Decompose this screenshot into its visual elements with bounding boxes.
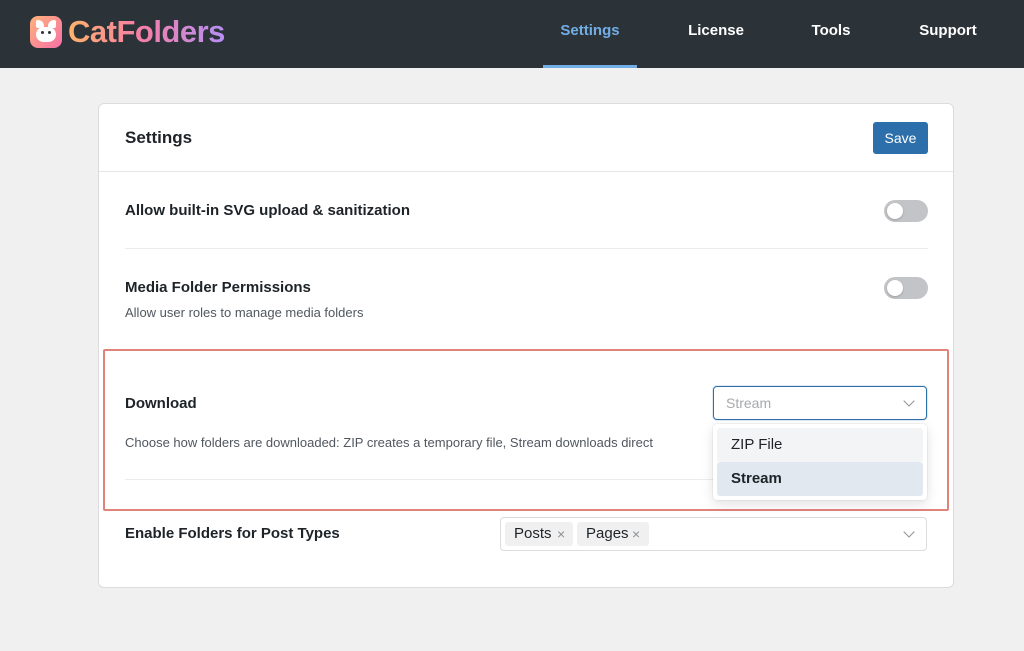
- nav-tools[interactable]: Tools: [800, 0, 862, 68]
- tag-label: Posts: [514, 525, 552, 542]
- svg-upload-toggle[interactable]: [884, 200, 928, 222]
- remove-tag-icon[interactable]: ×: [557, 522, 565, 546]
- option-stream[interactable]: Stream: [717, 462, 923, 496]
- download-select[interactable]: Stream: [713, 386, 927, 420]
- download-dropdown-menu: ZIP File Stream: [713, 424, 927, 500]
- media-permissions-toggle[interactable]: [884, 277, 928, 299]
- card-header: Settings Save: [99, 104, 953, 172]
- toggle-knob: [887, 203, 903, 219]
- chevron-down-icon: [903, 395, 915, 407]
- media-permissions-description: Allow user roles to manage media folders: [125, 305, 364, 320]
- top-bar: CatFolders Settings License Tools Suppor…: [0, 0, 1024, 68]
- remove-tag-icon[interactable]: ×: [632, 522, 640, 546]
- nav-license[interactable]: License: [676, 0, 756, 68]
- svg-upload-label: Allow built-in SVG upload & sanitization: [125, 202, 410, 219]
- card-title: Settings: [125, 128, 193, 147]
- media-permissions-label: Media Folder Permissions: [125, 279, 311, 296]
- cat-face-icon: [30, 16, 62, 48]
- toggle-knob: [887, 280, 903, 296]
- settings-card: Settings Save Allow built-in SVG upload …: [98, 103, 954, 588]
- tag-label: Pages: [586, 525, 629, 542]
- save-button[interactable]: Save: [873, 122, 928, 154]
- chevron-down-icon: [903, 526, 915, 538]
- divider: [125, 248, 928, 249]
- app-name: CatFolders: [68, 14, 225, 49]
- tag-posts: Posts ×: [505, 522, 573, 546]
- option-zip-file[interactable]: ZIP File: [717, 428, 923, 462]
- post-types-label: Enable Folders for Post Types: [125, 525, 340, 542]
- post-types-multiselect[interactable]: Posts × Pages ×: [500, 517, 927, 551]
- nav-settings[interactable]: Settings: [543, 0, 637, 68]
- nav-support[interactable]: Support: [906, 0, 990, 68]
- logo[interactable]: CatFolders: [30, 14, 225, 50]
- tag-pages: Pages ×: [577, 522, 649, 546]
- download-select-value: Stream: [726, 395, 772, 411]
